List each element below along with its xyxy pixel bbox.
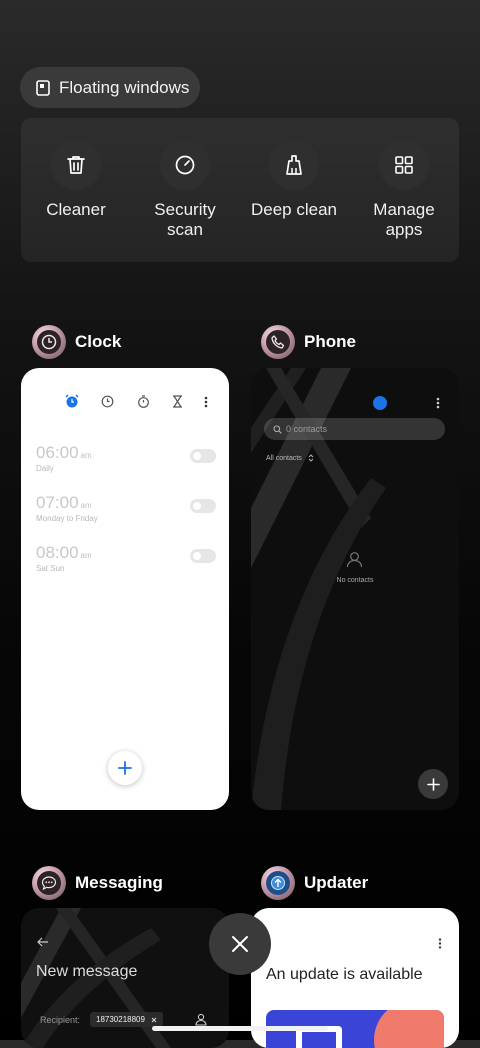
contact-picker-icon[interactable] xyxy=(195,1013,207,1026)
alarm-period: am xyxy=(80,501,92,510)
recipient-label: Recipient: xyxy=(40,1015,81,1025)
update-arrow-icon xyxy=(271,876,285,890)
manage-apps-label-line2: apps xyxy=(385,220,423,239)
clock-app-icon xyxy=(32,325,66,359)
timer-tab-icon[interactable] xyxy=(172,395,183,408)
cleaner-icon-circle xyxy=(51,140,101,190)
recipient-number: 18730218809 xyxy=(96,1015,145,1024)
clock-app-title: Clock xyxy=(75,332,122,351)
manage-apps-label: Manage apps xyxy=(349,200,459,240)
chat-bubble-icon xyxy=(41,876,57,891)
alarm-period: am xyxy=(80,551,92,560)
phone-icon xyxy=(271,335,285,349)
alarm-repeat: Daily xyxy=(36,464,54,473)
more-options-icon[interactable] xyxy=(436,397,440,409)
updater-app-icon xyxy=(261,866,295,900)
alarm-repeat: Sat Sun xyxy=(36,564,65,573)
phone-app-card[interactable]: 0 contacts All contacts No contacts xyxy=(251,368,459,810)
add-alarm-button[interactable] xyxy=(108,751,142,785)
security-scan-label-line1: Security xyxy=(154,200,216,219)
add-contact-button[interactable] xyxy=(418,769,448,799)
plus-icon xyxy=(118,761,132,775)
alarm-time: 07:00 xyxy=(36,493,79,512)
grid-icon xyxy=(395,156,413,174)
messaging-app-icon xyxy=(32,866,66,900)
scan-icon xyxy=(175,155,195,175)
security-scan-button[interactable]: Security scan xyxy=(130,140,240,240)
alarm-toggle[interactable] xyxy=(190,499,216,513)
manage-apps-icon-circle xyxy=(379,140,429,190)
alarm-time: 08:00 xyxy=(36,543,79,562)
updater-app-title: Updater xyxy=(304,873,369,892)
alarm-toggle[interactable] xyxy=(190,449,216,463)
contacts-filter-dropdown[interactable]: All contacts xyxy=(266,454,314,462)
alarm-item[interactable]: 06:00 am Daily xyxy=(36,443,216,473)
contacts-tab-icon[interactable] xyxy=(373,396,387,410)
security-scan-label-line2: scan xyxy=(167,220,203,239)
more-options-icon[interactable] xyxy=(204,396,208,408)
manage-apps-button[interactable]: Manage apps xyxy=(349,140,459,240)
clock-app-card[interactable]: 06:00 am Daily 07:00 am Monday to Friday 0… xyxy=(21,368,229,810)
contact-placeholder-icon xyxy=(346,552,363,568)
close-icon xyxy=(232,936,248,952)
floating-windows-button[interactable]: Floating windows xyxy=(20,67,200,108)
plus-icon xyxy=(426,777,440,791)
deep-clean-icon-circle xyxy=(269,140,319,190)
alarm-item[interactable]: 07:00 am Monday to Friday xyxy=(36,493,216,523)
alarm-repeat: Monday to Friday xyxy=(36,514,98,523)
deep-clean-button[interactable]: Deep clean xyxy=(239,140,349,220)
deep-clean-label: Deep clean xyxy=(250,200,337,219)
messaging-app-header[interactable]: Messaging xyxy=(32,866,163,900)
contacts-filter-label: All contacts xyxy=(266,454,302,462)
update-available-title: An update is available xyxy=(266,966,423,983)
manage-apps-label-line1: Manage xyxy=(373,200,435,219)
back-arrow-icon[interactable] xyxy=(37,937,49,947)
cleaner-label: Cleaner xyxy=(46,200,106,219)
trash-icon xyxy=(67,156,85,174)
messaging-app-title: Messaging xyxy=(75,873,163,892)
more-options-icon[interactable] xyxy=(438,938,442,949)
recipient-chip[interactable]: 18730218809 xyxy=(90,1012,163,1027)
no-contacts-text: No contacts xyxy=(336,577,374,584)
contacts-search-placeholder: 0 contacts xyxy=(286,424,328,434)
search-icon xyxy=(273,424,282,434)
cleaner-button[interactable]: Cleaner xyxy=(21,140,131,220)
close-all-button[interactable] xyxy=(209,913,271,975)
phone-app-icon xyxy=(261,325,295,359)
alarm-period: am xyxy=(80,451,92,460)
alarm-toggle[interactable] xyxy=(190,549,216,563)
alarm-tab-icon[interactable] xyxy=(65,394,79,408)
stopwatch-tab-icon[interactable] xyxy=(137,395,150,408)
new-message-title: New message xyxy=(36,963,138,980)
deep-clean-icon xyxy=(286,155,302,175)
world-clock-tab-icon[interactable] xyxy=(101,395,114,408)
phone-app-title: Phone xyxy=(304,332,356,351)
security-scan-icon-circle xyxy=(160,140,210,190)
home-indicator[interactable] xyxy=(152,1026,328,1031)
phone-app-header[interactable]: Phone xyxy=(261,325,356,359)
alarm-item[interactable]: 08:00 am Sat Sun xyxy=(36,543,216,573)
updater-app-header[interactable]: Updater xyxy=(261,866,368,900)
sort-icon xyxy=(308,454,314,462)
alarm-time: 06:00 xyxy=(36,443,79,462)
clock-icon xyxy=(41,334,57,350)
security-scan-label: Security scan xyxy=(130,200,240,240)
contacts-search-input[interactable]: 0 contacts xyxy=(264,418,445,440)
quick-tools-panel: Cleaner Security scan Deep clean Manage … xyxy=(21,118,459,262)
remove-recipient-icon[interactable] xyxy=(151,1017,157,1023)
clock-app-header[interactable]: Clock xyxy=(32,325,121,359)
floating-window-icon xyxy=(36,79,50,96)
floating-windows-label: Floating windows xyxy=(59,77,190,97)
